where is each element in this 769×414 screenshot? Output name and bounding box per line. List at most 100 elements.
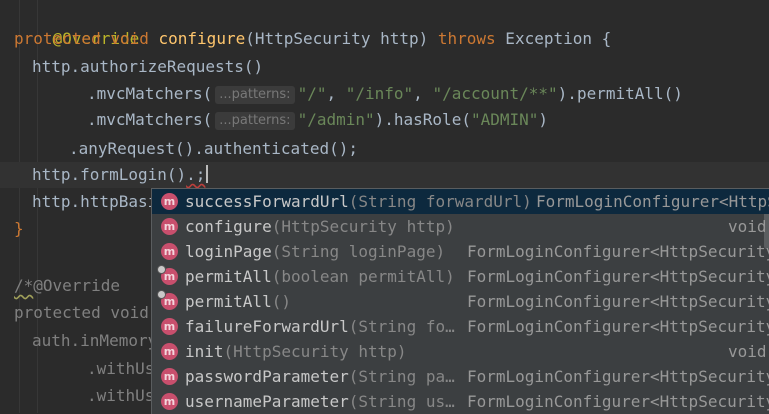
lock-icon bbox=[157, 290, 166, 299]
completion-item-text: passwordParameter(String pa… bbox=[185, 364, 455, 389]
code-line-13[interactable]: auth.inMemory bbox=[32, 328, 157, 354]
code-line-2[interactable]: protected void configure(HttpSecurity ht… bbox=[14, 26, 611, 52]
return-type: FormLoginConfigurer<HttpSecurity> bbox=[467, 317, 769, 336]
completion-item-text: loginPage(String loginPage) bbox=[185, 239, 445, 264]
icon-letter: m bbox=[163, 295, 176, 308]
completion-item-text: init(HttpSecurity http) bbox=[185, 339, 407, 364]
code-text: , bbox=[326, 84, 346, 103]
completion-item[interactable]: m passwordParameter(String pa… FormLogin… bbox=[152, 364, 769, 389]
completion-item[interactable]: m permitAll() FormLoginConfigurer<HttpSe… bbox=[152, 289, 769, 314]
method-params: (HttpSecurity http) bbox=[245, 29, 438, 48]
code-text: .mvcMatchers( bbox=[87, 84, 213, 103]
method-params: (String us… bbox=[348, 392, 455, 411]
completion-item[interactable]: m successForwardUrl(String forwardUrl) F… bbox=[152, 189, 769, 214]
code-line-12[interactable]: protected void bbox=[14, 300, 149, 326]
code-line-15[interactable]: .withUs bbox=[87, 383, 154, 409]
return-type: FormLoginConfigurer<HttpSecurity> bbox=[467, 242, 769, 261]
method-params: (String forwardUrl) bbox=[348, 192, 532, 211]
completion-item-text: permitAll(boolean permitAll) bbox=[185, 264, 455, 289]
method-name: usernameParameter bbox=[185, 392, 349, 411]
comment-text: void bbox=[110, 303, 149, 322]
method-params: (String loginPage) bbox=[271, 242, 446, 261]
keyword: protected bbox=[14, 29, 101, 48]
method-params: () bbox=[271, 292, 291, 311]
method-icon: m bbox=[157, 265, 178, 285]
string-literal: "/admin" bbox=[297, 110, 375, 129]
method-name: configure bbox=[185, 217, 272, 236]
method-params: (HttpSecurity http) bbox=[271, 217, 455, 236]
completion-item[interactable]: m permitAll(boolean permitAll) FormLogin… bbox=[152, 264, 769, 289]
method-icon: m bbox=[161, 243, 178, 260]
icon-letter: m bbox=[163, 345, 176, 358]
completion-item[interactable]: m init(HttpSecurity http) void bbox=[152, 339, 769, 364]
code-completion-popup[interactable]: m successForwardUrl(String forwardUrl) F… bbox=[151, 188, 769, 414]
icon-letter: m bbox=[163, 320, 176, 333]
comment-open: /* bbox=[14, 276, 34, 295]
method-icon: m bbox=[161, 368, 178, 385]
icon-letter: m bbox=[163, 370, 176, 383]
string-literal: "/" bbox=[297, 84, 327, 103]
code-text: ).hasRole( bbox=[374, 110, 471, 129]
method-name: configure bbox=[158, 29, 246, 48]
return-type: FormLoginConfigurer<HttpSe bbox=[536, 192, 769, 211]
icon-letter: m bbox=[163, 245, 176, 258]
comment-text: .withUs bbox=[87, 386, 155, 405]
icon-letter: m bbox=[163, 395, 176, 408]
code-text: http.httpBasi bbox=[32, 192, 158, 211]
return-type: FormLoginConfigurer<HttpSecurity> bbox=[467, 367, 769, 386]
code-text: http.authorizeRequests() bbox=[32, 57, 264, 76]
string-literal: "/account/**" bbox=[432, 84, 558, 103]
completion-item-text: configure(HttpSecurity http) bbox=[185, 214, 455, 239]
method-icon: m bbox=[161, 193, 178, 210]
completion-item-text: successForwardUrl(String forwardUrl) bbox=[185, 189, 532, 214]
error-squiggle: .; bbox=[186, 165, 206, 184]
code-line-5[interactable]: .mvcMatchers(...patterns: "/admin").hasRo… bbox=[87, 107, 548, 133]
comment-text: auth.inMemory bbox=[32, 331, 158, 350]
lock-icon bbox=[157, 265, 166, 274]
code-text: , bbox=[413, 84, 433, 103]
return-type: void bbox=[728, 342, 767, 361]
parameter-hint: ...patterns: bbox=[215, 86, 295, 104]
completion-item-text: permitAll() bbox=[185, 289, 291, 314]
completion-item[interactable]: m usernameParameter(String us… FormLogin… bbox=[152, 389, 769, 414]
code-line-1[interactable]: @Override bbox=[14, 0, 140, 48]
method-name: permitAll bbox=[185, 292, 272, 311]
return-type: FormLoginConfigurer<HttpSecurity> bbox=[467, 392, 769, 411]
keyword: void bbox=[110, 29, 149, 48]
method-name: successForwardUrl bbox=[185, 192, 349, 211]
code-line-3[interactable]: http.authorizeRequests() bbox=[32, 54, 263, 80]
method-name: passwordParameter bbox=[185, 367, 349, 386]
code-line-9[interactable]: } bbox=[14, 216, 24, 242]
return-type: FormLoginConfigurer<HttpSecurity> bbox=[467, 267, 769, 286]
method-icon: m bbox=[157, 290, 178, 310]
code-line-14[interactable]: .withUs bbox=[87, 356, 154, 382]
method-icon: m bbox=[161, 343, 178, 360]
method-name: permitAll bbox=[185, 267, 272, 286]
text-caret bbox=[206, 165, 209, 183]
code-text: ).permitAll() bbox=[557, 84, 683, 103]
comment-text: @Override bbox=[33, 276, 120, 295]
completion-item[interactable]: m loginPage(String loginPage) FormLoginC… bbox=[152, 239, 769, 264]
code-line-8[interactable]: http.httpBasi bbox=[32, 189, 157, 215]
completion-item[interactable]: m configure(HttpSecurity http) void bbox=[152, 214, 769, 239]
completion-item-text: usernameParameter(String us… bbox=[185, 389, 455, 414]
method-name: init bbox=[185, 342, 224, 361]
return-type: void bbox=[728, 217, 767, 236]
string-literal: "ADMIN" bbox=[470, 110, 539, 129]
code-line-7-current[interactable]: http.formLogin().; bbox=[0, 162, 769, 188]
method-icon: m bbox=[161, 318, 178, 335]
method-params: (HttpSecurity http) bbox=[223, 342, 407, 361]
code-line-4[interactable]: .mvcMatchers(...patterns: "/", "/info", "… bbox=[87, 81, 683, 107]
brace: } bbox=[14, 219, 24, 238]
code-line-6[interactable]: .anyRequest().authenticated(); bbox=[69, 136, 358, 162]
comment-text: protected bbox=[14, 303, 101, 322]
method-icon: m bbox=[161, 393, 178, 410]
parameter-hint: ...patterns: bbox=[215, 112, 295, 130]
completion-item[interactable]: m failureForwardUrl(String fo… FormLogin… bbox=[152, 314, 769, 339]
method-icon: m bbox=[161, 218, 178, 235]
code-text: .anyRequest().authenticated(); bbox=[69, 139, 358, 158]
method-params: (boolean permitAll) bbox=[271, 267, 455, 286]
method-params: (String pa… bbox=[348, 367, 455, 386]
code-line-11[interactable]: /*@Override bbox=[14, 273, 120, 299]
method-name: loginPage bbox=[185, 242, 272, 261]
